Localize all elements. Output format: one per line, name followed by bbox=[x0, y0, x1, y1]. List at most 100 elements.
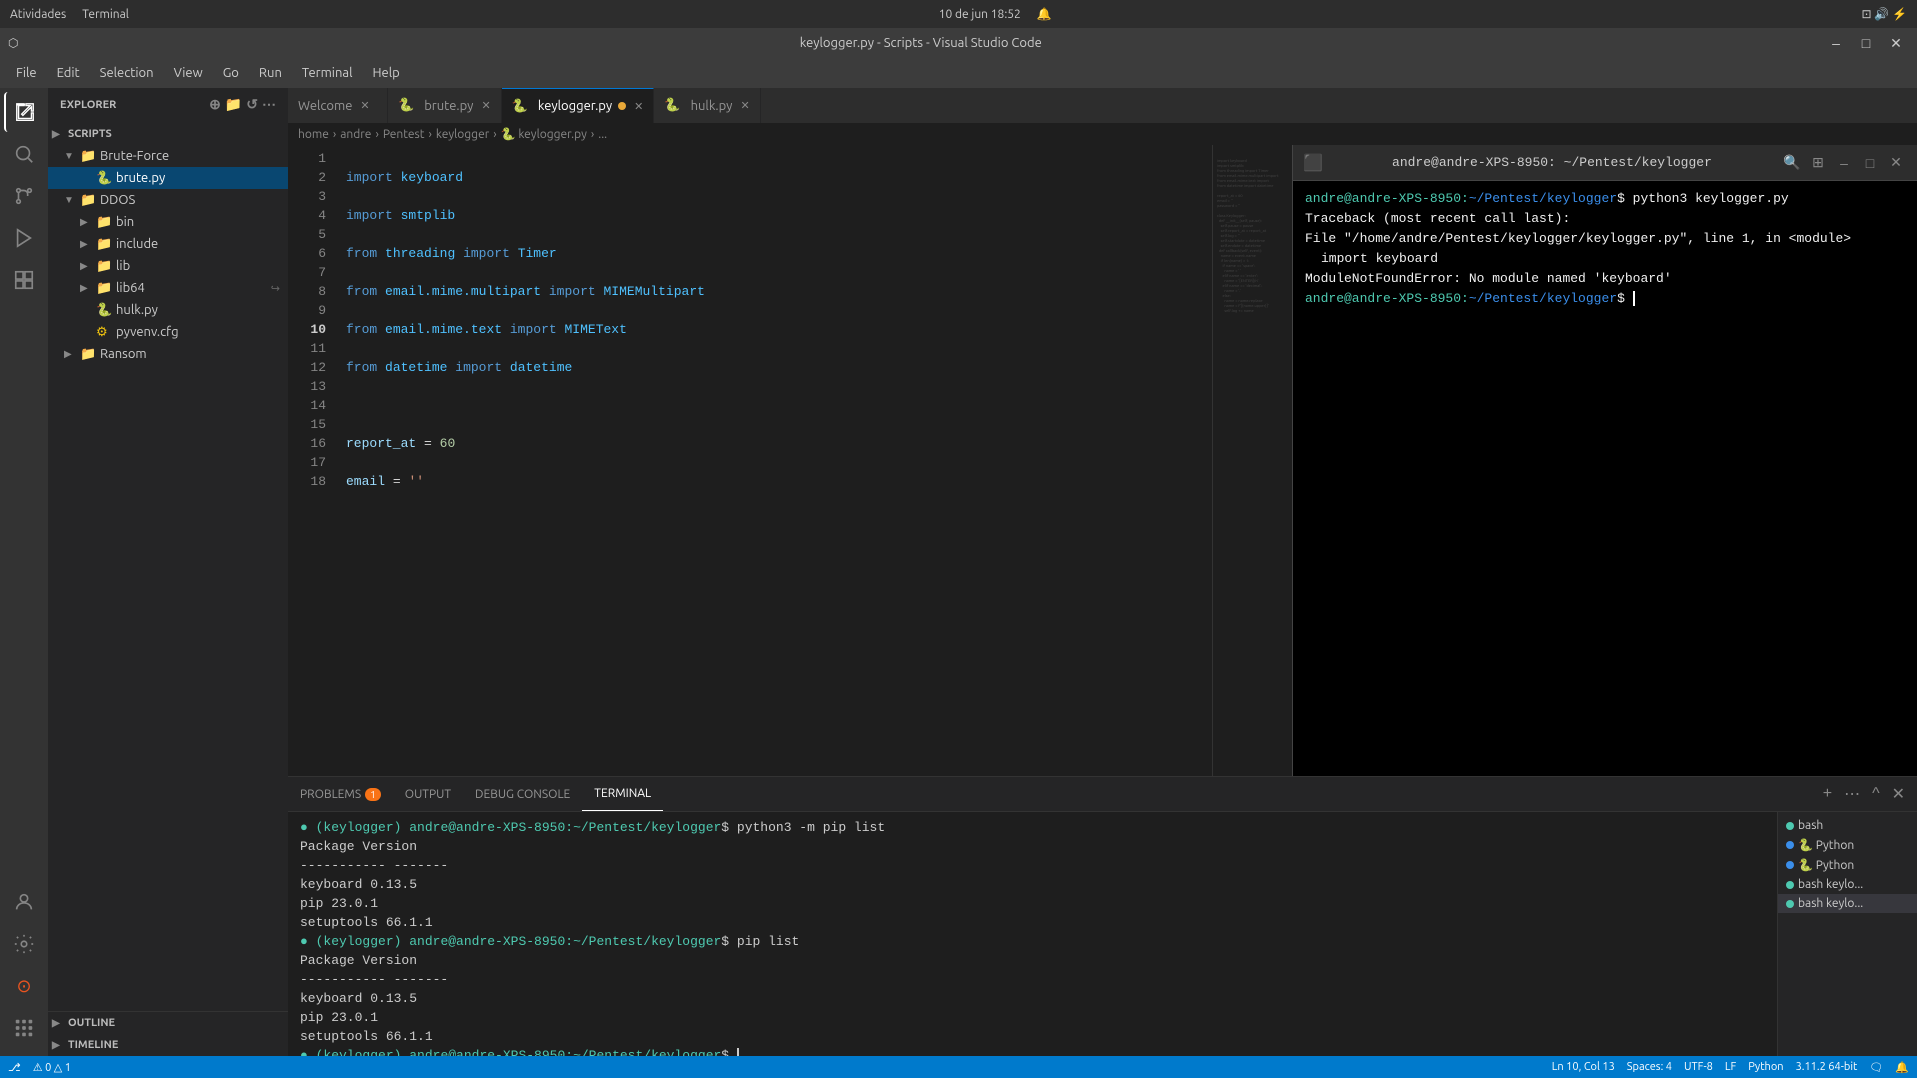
ft-search-btn[interactable]: 🔍 bbox=[1781, 152, 1803, 174]
menu-help[interactable]: Help bbox=[364, 62, 407, 84]
line-ending-status[interactable]: LF bbox=[1725, 1061, 1736, 1073]
bc-keylogger-dir[interactable]: keylogger bbox=[436, 128, 489, 141]
new-folder-icon[interactable]: 📁 bbox=[225, 96, 242, 113]
code-editor[interactable]: 12345 6789 10 1112131415 1617181920 2122… bbox=[288, 145, 1212, 485]
panel-add-btn[interactable]: + bbox=[1819, 785, 1836, 803]
menu-terminal[interactable]: Terminal bbox=[294, 62, 361, 84]
ft-maximize-btn[interactable]: □ bbox=[1859, 152, 1881, 174]
menu-edit[interactable]: Edit bbox=[49, 62, 88, 84]
bc-home[interactable]: home bbox=[298, 128, 329, 141]
menu-view[interactable]: View bbox=[166, 62, 211, 84]
term-list-bash3[interactable]: bash keylo... bbox=[1778, 894, 1917, 913]
code-content[interactable]: import keyboard import smtplib from thre… bbox=[338, 145, 1212, 485]
term-list-python1[interactable]: 🐍 Python bbox=[1778, 835, 1917, 855]
bc-ellipsis[interactable]: ... bbox=[598, 128, 607, 141]
term-list-bash1[interactable]: bash bbox=[1778, 816, 1917, 835]
activity-run[interactable] bbox=[4, 218, 44, 258]
activity-source-control[interactable] bbox=[4, 176, 44, 216]
activity-bar: ⊙ bbox=[0, 88, 48, 1056]
tab-welcome-close[interactable]: ✕ bbox=[360, 99, 369, 112]
terminal-content[interactable]: ● (keylogger) andre@andre-XPS-8950:~/Pen… bbox=[288, 812, 1777, 1056]
restore-button[interactable]: □ bbox=[1853, 32, 1879, 54]
outline-section[interactable]: ▶ OUTLINE bbox=[48, 1012, 288, 1034]
term-list-python2[interactable]: 🐍 Python bbox=[1778, 855, 1917, 875]
ft-terminal-icon: ⬛ bbox=[1303, 153, 1323, 173]
menu-selection[interactable]: Selection bbox=[92, 62, 162, 84]
panel-up-btn[interactable]: ^ bbox=[1868, 785, 1884, 803]
ft-close-btn[interactable]: ✕ bbox=[1885, 152, 1907, 174]
timeline-section[interactable]: ▶ TIMELINE bbox=[48, 1034, 288, 1056]
panel-close-btn[interactable]: ✕ bbox=[1888, 784, 1909, 804]
tab-keylogger[interactable]: 🐍 keylogger.py ✕ bbox=[502, 88, 655, 123]
activity-extensions[interactable] bbox=[4, 260, 44, 300]
tree-ddos[interactable]: ▼ 📁 DDOS bbox=[48, 189, 288, 211]
output-label: OUTPUT bbox=[405, 788, 451, 801]
tab-hulk-close[interactable]: ✕ bbox=[740, 99, 749, 112]
breadcrumb: home › andre › Pentest › keylogger › 🐍 k… bbox=[288, 123, 1917, 145]
menu-file[interactable]: File bbox=[8, 62, 45, 84]
tree-pyvenv[interactable]: ⚙ pyvenv.cfg bbox=[48, 321, 288, 343]
tree-include[interactable]: ▶ 📁 include bbox=[48, 233, 288, 255]
tree-lib[interactable]: ▶ 📁 lib bbox=[48, 255, 288, 277]
new-file-icon[interactable]: ⊕ bbox=[209, 96, 221, 113]
term-list-bash2[interactable]: bash keylo... bbox=[1778, 875, 1917, 894]
tab-welcome[interactable]: Welcome ✕ bbox=[288, 88, 388, 123]
encoding-status[interactable]: UTF-8 bbox=[1684, 1061, 1713, 1073]
language-status[interactable]: Python bbox=[1748, 1061, 1783, 1073]
panel-tab-problems[interactable]: PROBLEMS 1 bbox=[288, 777, 393, 811]
errors-status[interactable]: ⚠ 0 △ 1 bbox=[33, 1061, 71, 1074]
tree-brute-force[interactable]: ▼ 📁 Brute-Force bbox=[48, 145, 288, 167]
tree-brute-py[interactable]: 🐍 brute.py bbox=[48, 167, 288, 189]
bc-andre[interactable]: andre bbox=[340, 128, 371, 141]
activity-explorer[interactable] bbox=[4, 92, 44, 132]
activity-accounts[interactable] bbox=[4, 882, 44, 922]
panel-tab-output[interactable]: OUTPUT bbox=[393, 777, 463, 811]
ft-split-btn[interactable]: ⊞ bbox=[1807, 152, 1829, 174]
tab-dirty-indicator bbox=[618, 102, 626, 110]
activity-settings[interactable] bbox=[4, 924, 44, 964]
ft-minimize-btn[interactable]: – bbox=[1833, 152, 1855, 174]
menu-bar: File Edit Selection View Go Run Terminal… bbox=[0, 58, 1917, 88]
problems-label: PROBLEMS bbox=[300, 788, 361, 801]
close-button[interactable]: ✕ bbox=[1883, 32, 1909, 54]
problems-badge: 1 bbox=[365, 788, 381, 801]
tree-hulk-py[interactable]: 🐍 hulk.py bbox=[48, 299, 288, 321]
activity-ubuntu[interactable]: ⊙ bbox=[4, 966, 44, 1006]
activity-apps[interactable] bbox=[4, 1008, 44, 1048]
version-status[interactable]: 3.11.2 64-bit bbox=[1796, 1061, 1858, 1073]
tab-keylogger-close[interactable]: ✕ bbox=[634, 100, 643, 113]
term-line-1: ● (keylogger) andre@andre-XPS-8950:~/Pen… bbox=[300, 818, 1765, 837]
activity-search[interactable] bbox=[4, 134, 44, 174]
terminal-label[interactable]: Terminal bbox=[82, 8, 129, 21]
tab-brute-close[interactable]: ✕ bbox=[481, 99, 490, 112]
panel-tab-terminal[interactable]: TERMINAL bbox=[582, 777, 663, 811]
tab-hulk-icon: 🐍 bbox=[664, 98, 680, 113]
tree-bin[interactable]: ▶ 📁 bin bbox=[48, 211, 288, 233]
panel-tab-debug[interactable]: DEBUG CONSOLE bbox=[463, 777, 582, 811]
tree-lib64[interactable]: ▶ 📁 lib64 ↪ bbox=[48, 277, 288, 299]
term-separator: ----------- ------- bbox=[300, 856, 1765, 875]
bc-pentest[interactable]: Pentest bbox=[383, 128, 425, 141]
tab-hulk-label: hulk.py bbox=[691, 99, 733, 113]
tree-ransom[interactable]: ▶ 📁 Ransom bbox=[48, 343, 288, 365]
panel-more-btn[interactable]: ⋯ bbox=[1840, 784, 1864, 804]
tab-brute[interactable]: 🐍 brute.py ✕ bbox=[388, 88, 502, 123]
menu-run[interactable]: Run bbox=[251, 62, 290, 84]
term-pkg-setuptools: setuptools 66.1.1 bbox=[300, 913, 1765, 932]
spaces-status[interactable]: Spaces: 4 bbox=[1627, 1061, 1672, 1073]
scripts-section[interactable]: ▶ SCRIPTS bbox=[48, 123, 288, 145]
split-layout: 12345 6789 10 1112131415 1617181920 2122… bbox=[288, 145, 1917, 776]
activities-label[interactable]: Atividades bbox=[10, 8, 66, 21]
line-numbers: 12345 6789 10 1112131415 1617181920 2122… bbox=[288, 145, 338, 485]
collapse-icon[interactable]: ⋯ bbox=[262, 96, 276, 113]
menu-go[interactable]: Go bbox=[215, 62, 247, 84]
refresh-icon[interactable]: ↺ bbox=[246, 96, 258, 113]
minimize-button[interactable]: – bbox=[1823, 32, 1849, 54]
term-line-2: ● (keylogger) andre@andre-XPS-8950:~/Pen… bbox=[300, 932, 1765, 951]
bc-keylogger-file[interactable]: 🐍 keylogger.py bbox=[501, 127, 587, 141]
ft-title: andre@andre-XPS-8950: ~/Pentest/keylogge… bbox=[1331, 155, 1773, 170]
tab-hulk[interactable]: 🐍 hulk.py ✕ bbox=[654, 88, 760, 123]
ln-col-status[interactable]: Ln 10, Col 13 bbox=[1552, 1061, 1615, 1073]
window-controls[interactable]: – □ ✕ bbox=[1823, 32, 1909, 54]
window-title: keylogger.py - Scripts - Visual Studio C… bbox=[18, 36, 1823, 50]
